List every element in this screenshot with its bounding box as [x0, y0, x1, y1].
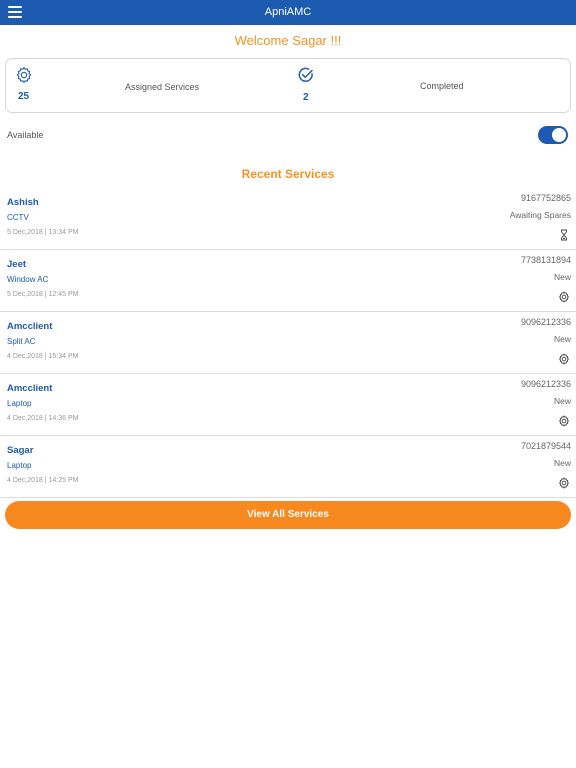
- service-status: New: [553, 334, 571, 344]
- service-customer-name: Amcclient: [7, 383, 53, 394]
- service-status: New: [553, 396, 571, 406]
- service-customer-name: Ashish: [7, 197, 39, 208]
- app-header: ApniAMC: [0, 0, 576, 25]
- gear-icon: [558, 414, 570, 427]
- service-customer-name: Amcclient: [7, 321, 53, 332]
- service-type: Split AC: [7, 337, 36, 346]
- service-type: Laptop: [7, 461, 32, 470]
- service-status: New: [553, 272, 571, 282]
- check-circle-icon: [298, 67, 313, 82]
- app-title: ApniAMC: [264, 6, 312, 18]
- assigned-label: Assigned Services: [125, 82, 200, 92]
- service-date: 4 Dec,2018 | 14:25 PM: [7, 477, 79, 484]
- toggle-knob: [552, 128, 566, 142]
- completed-label: Completed: [420, 81, 464, 91]
- service-phone: 9096212336: [520, 317, 571, 327]
- service-date: 5 Dec,2018 | 13:34 PM: [7, 229, 79, 236]
- completed-count: 2: [303, 92, 309, 103]
- recent-services-list: Ashish CCTV 5 Dec,2018 | 13:34 PM 916775286…: [0, 188, 576, 498]
- service-phone: 9096212336: [520, 379, 571, 389]
- service-customer-name: Sagar: [7, 445, 34, 456]
- gear-icon: [16, 66, 32, 84]
- assigned-count: 25: [18, 91, 30, 102]
- service-row[interactable]: Ashish CCTV 5 Dec,2018 | 13:34 PM 916775286…: [0, 188, 576, 250]
- service-row[interactable]: Amcclient Split AC 4 Dec,2018 | 15:34 PM 90…: [0, 312, 576, 374]
- service-type: CCTV: [7, 213, 29, 222]
- gear-icon: [558, 352, 570, 365]
- service-row[interactable]: Amcclient Laptop 4 Dec,2018 | 14:36 PM 9096…: [0, 374, 576, 436]
- service-date: 4 Dec,2018 | 15:34 PM: [7, 353, 79, 360]
- service-row[interactable]: Sagar Laptop 4 Dec,2018 | 14:25 PM 70218795…: [0, 436, 576, 498]
- service-status: Awaiting Spares: [509, 210, 571, 220]
- recent-services-title: Recent Services: [241, 167, 335, 181]
- service-phone: 7738131894: [520, 255, 571, 265]
- gear-icon: [558, 476, 570, 489]
- available-label: Available: [7, 130, 44, 140]
- available-toggle[interactable]: [538, 126, 568, 144]
- view-all-services-button[interactable]: View All Services: [5, 501, 571, 529]
- service-date: 4 Dec,2018 | 14:36 PM: [7, 415, 79, 422]
- availability-row: Available: [0, 120, 576, 150]
- welcome-message: Welcome Sagar !!!: [234, 33, 342, 48]
- gear-icon: [558, 290, 570, 303]
- service-type: Laptop: [7, 399, 32, 408]
- service-type: Window AC: [7, 275, 49, 284]
- hourglass-icon: [558, 228, 570, 241]
- service-date: 5 Dec,2018 | 12:45 PM: [7, 291, 79, 298]
- stats-card: 25 Assigned Services 2 Completed: [5, 58, 571, 113]
- service-phone: 9167752865: [520, 193, 571, 203]
- service-phone: 7021879544: [520, 441, 571, 451]
- service-status: New: [553, 458, 571, 468]
- service-customer-name: Jeet: [7, 259, 27, 270]
- service-row[interactable]: Jeet Window AC 5 Dec,2018 | 12:45 PM 773813…: [0, 250, 576, 312]
